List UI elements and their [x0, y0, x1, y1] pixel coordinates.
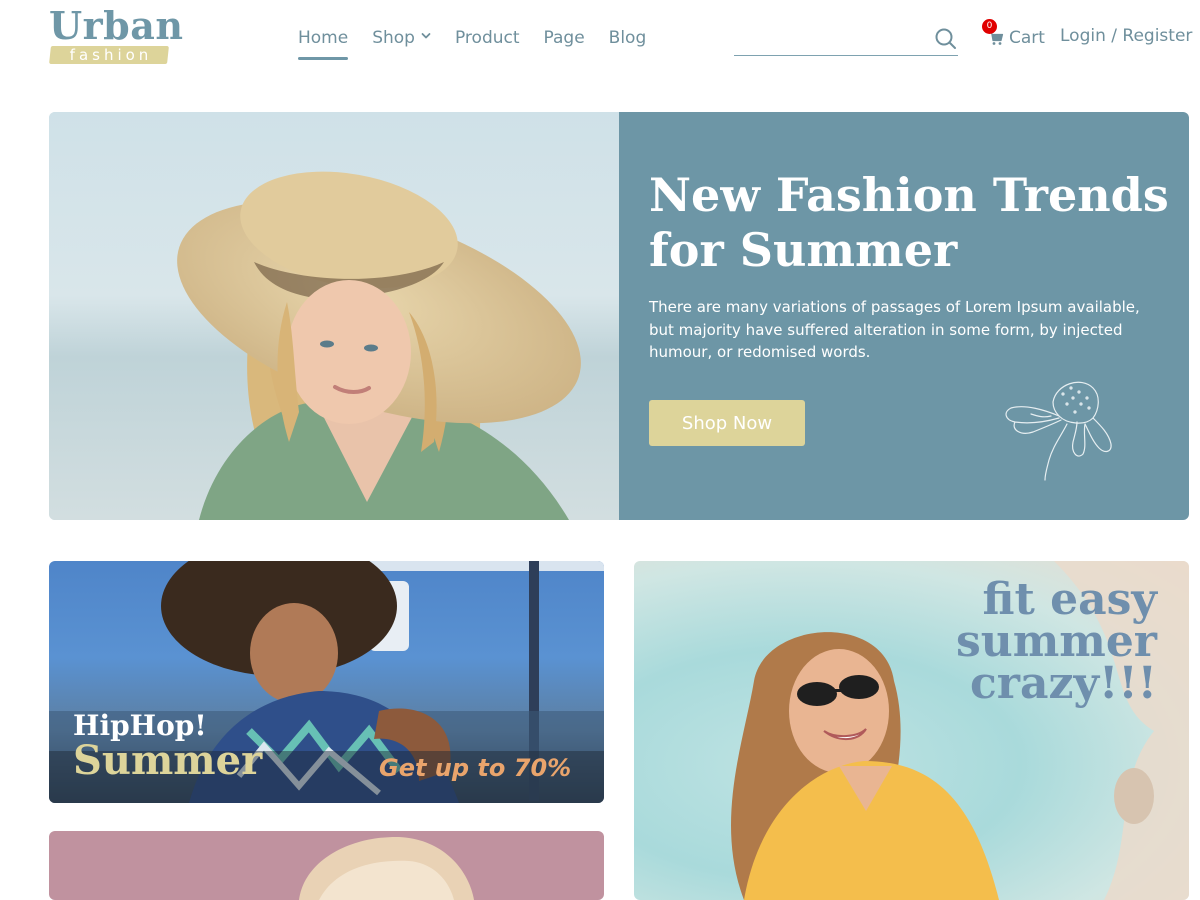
shop-now-button[interactable]: Shop Now — [649, 400, 805, 446]
hero-photo-woman-in-hat — [49, 112, 619, 520]
site-header: Urban fashion Home Shop Product Page Blo… — [0, 0, 1200, 80]
promo-photo-blonde-model — [299, 836, 474, 900]
search-input[interactable] — [734, 24, 924, 54]
hero-photo-illustration — [49, 112, 619, 520]
flower-line-art-icon — [1005, 381, 1112, 481]
promo-hiphop-subtitle: Summer — [73, 737, 263, 784]
cart-icon: 0 — [982, 19, 1004, 46]
nav-item-label: Page — [543, 28, 585, 48]
promo-card-fit-easy-summer[interactable]: fit easy summer crazy!!! — [634, 561, 1189, 900]
promo-card-hiphop-summer[interactable]: HipHop! Summer Get up to 70% — [49, 561, 604, 803]
nav-item-label: Shop — [372, 28, 415, 48]
nav-item-label: Blog — [608, 28, 647, 48]
main-nav: Home Shop Product Page Blog — [298, 26, 670, 60]
hero-banner: New Fashion Trends for Summer There are … — [49, 112, 1189, 520]
cart-count-badge: 0 — [982, 19, 997, 34]
chevron-down-icon — [421, 33, 431, 39]
hero-content-panel: New Fashion Trends for Summer There are … — [619, 112, 1189, 520]
cart-label: Cart — [1009, 28, 1045, 48]
promo-summer-text: fit easy summer crazy!!! — [955, 574, 1157, 709]
hero-description: There are many variations of passages of… — [649, 298, 1140, 361]
cart-link[interactable]: 0 Cart — [982, 19, 1045, 50]
logo-tagline: fashion — [69, 46, 153, 64]
brand-logo[interactable]: Urban fashion — [49, 6, 183, 68]
promo-card-pink[interactable] — [49, 831, 604, 900]
search-bar — [734, 24, 958, 56]
nav-item-label: Home — [298, 28, 349, 48]
nav-item-shop[interactable]: Shop — [372, 26, 431, 60]
nav-item-blog[interactable]: Blog — [609, 26, 647, 60]
nav-item-page[interactable]: Page — [544, 26, 585, 60]
nav-item-label: Product — [454, 28, 520, 48]
hero-title: New Fashion Trends for Summer — [649, 168, 1169, 277]
search-icon[interactable] — [934, 27, 958, 51]
logo-wordmark: Urban — [49, 3, 184, 48]
login-register-link[interactable]: Login / Register — [1060, 26, 1192, 46]
nav-item-home[interactable]: Home — [298, 26, 349, 60]
promo-hiphop-offer: Get up to 70% — [379, 754, 572, 782]
nav-item-product[interactable]: Product — [455, 26, 520, 60]
